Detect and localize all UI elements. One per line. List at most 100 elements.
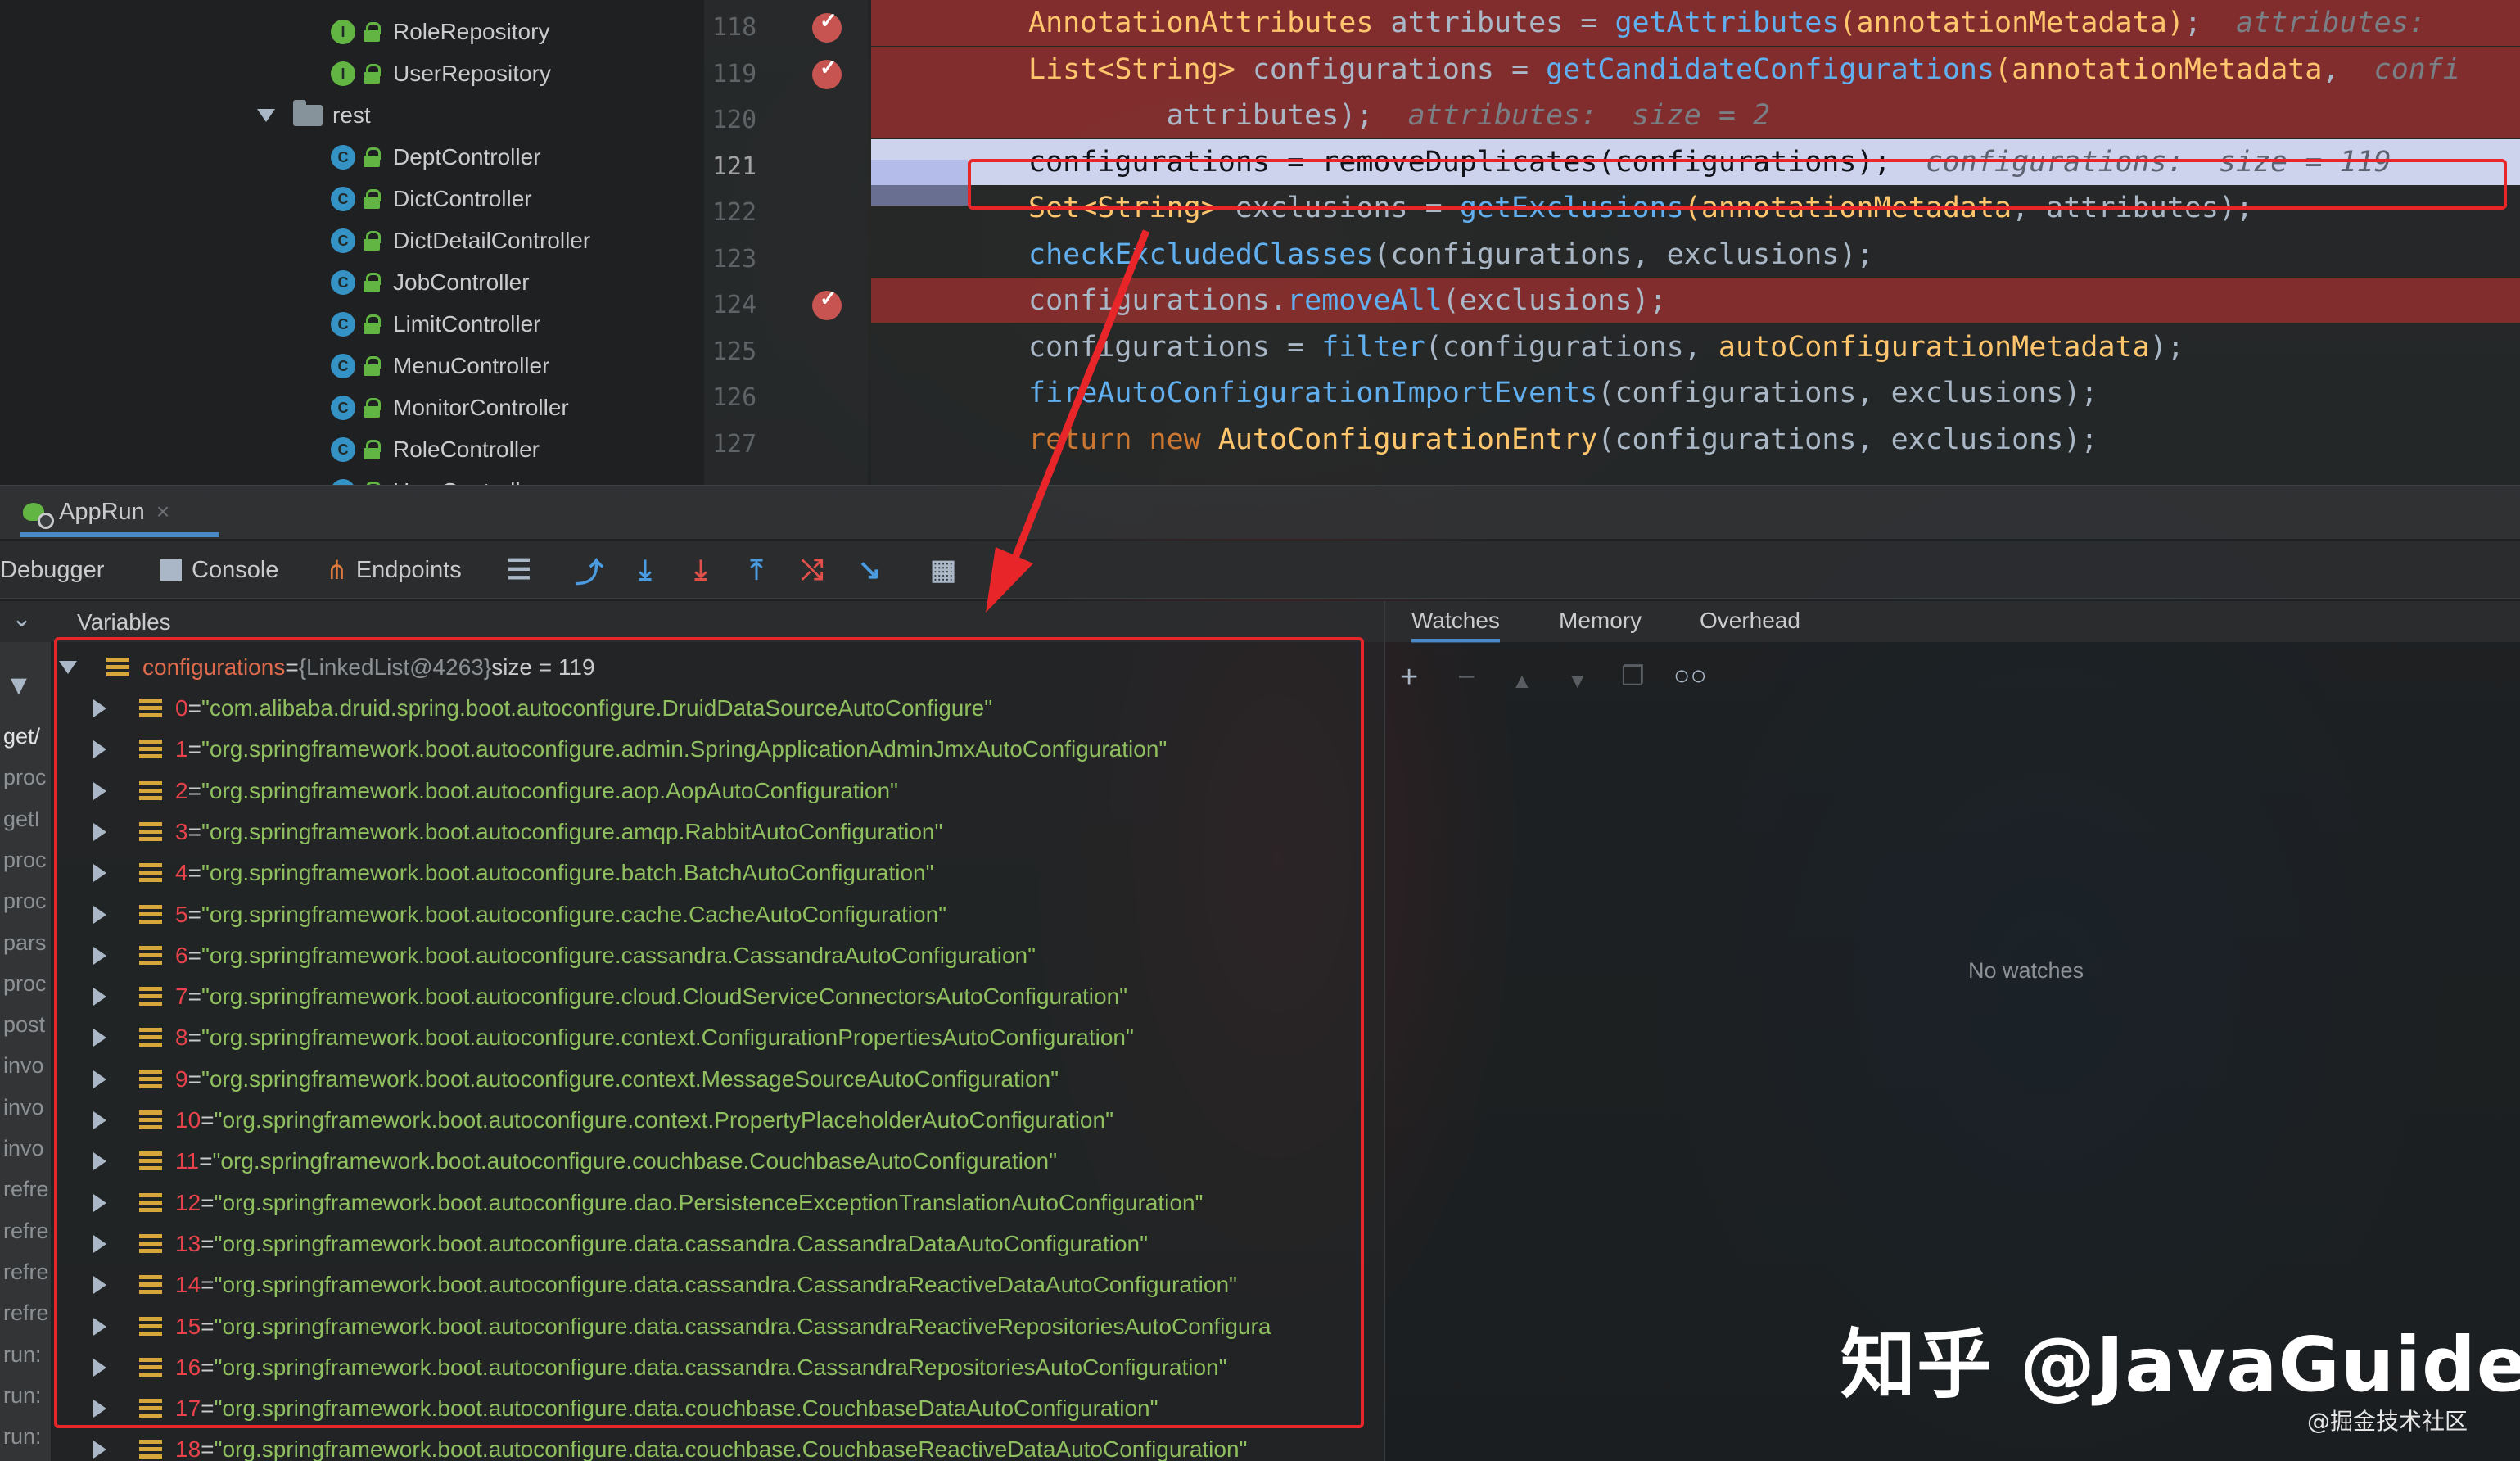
chevron-down-icon[interactable] <box>257 109 275 122</box>
chevron-down-icon[interactable]: ⌄ <box>11 604 32 633</box>
tab-endpoints[interactable]: ⋔ Endpoints <box>326 550 462 590</box>
evaluate-expression-icon[interactable]: ▦ <box>927 554 960 586</box>
close-icon[interactable]: × <box>156 499 169 525</box>
frame-item[interactable]: run: <box>3 1424 42 1450</box>
line-number: 126 <box>712 383 757 412</box>
frame-item[interactable]: proc <box>3 848 47 873</box>
breakpoint-icon[interactable] <box>812 8 842 43</box>
tree-item[interactable]: C LimitController <box>331 304 541 345</box>
code-token: AnnotationAttributes <box>1028 7 1374 39</box>
code-line[interactable]: AnnotationAttributes attributes = getAtt… <box>871 0 2520 46</box>
tab-console[interactable]: Console <box>160 550 278 590</box>
highlight-box-variables <box>54 637 1364 1428</box>
code-token: confi <box>2373 52 2460 86</box>
tree-item[interactable]: C MonitorController <box>331 387 569 428</box>
class-icon: C <box>331 270 355 295</box>
frame-item[interactable]: refre <box>3 1260 49 1285</box>
class-icon: C <box>331 479 355 485</box>
code-line[interactable]: configurations = filter (configurations, … <box>871 324 2520 370</box>
frame-item[interactable]: proc <box>3 765 47 790</box>
glasses-icon[interactable]: ○○ <box>1673 660 1707 692</box>
lock-icon <box>364 440 382 459</box>
code-token: configurations = <box>1235 52 1547 86</box>
tree-item[interactable]: C MenuController <box>331 346 549 387</box>
no-watches-text: No watches <box>1968 958 2084 983</box>
class-icon: C <box>331 228 355 253</box>
lock-icon <box>364 64 382 84</box>
show-execution-point-icon[interactable]: ⤴ <box>573 554 606 589</box>
class-icon: C <box>331 354 355 378</box>
code-line[interactable]: checkExcludedClasses (configurations, exc… <box>871 232 2520 278</box>
variable-row[interactable]: 18 = "org.springframework.boot.autoconfi… <box>51 1429 1384 1461</box>
tab-debugger[interactable]: Debugger <box>0 550 104 590</box>
move-up-icon: ▲ <box>1511 668 1533 693</box>
chevron-right-icon[interactable] <box>93 1441 106 1459</box>
code-token: (configurations, exclusions); <box>1373 237 1874 271</box>
lock-icon <box>364 189 382 209</box>
frame-item[interactable]: invo <box>3 1095 44 1120</box>
frame-item[interactable]: run: <box>3 1342 42 1368</box>
frame-item[interactable]: refre <box>3 1219 49 1244</box>
step-into-icon[interactable]: ⤓ <box>684 554 717 586</box>
tab-overhead[interactable]: Overhead <box>1700 608 1800 634</box>
step-out-icon[interactable]: ⤒ <box>740 554 773 586</box>
code-line[interactable]: attributes); attributes: size = 2 <box>871 93 2520 138</box>
class-icon: C <box>331 145 355 170</box>
tree-item[interactable]: C UserController <box>331 471 541 485</box>
add-watch-icon[interactable]: + <box>1400 660 1418 695</box>
code-line[interactable]: return new AutoConfigurationEntry (config… <box>871 417 2520 463</box>
tree-item[interactable]: C DictController <box>331 179 532 219</box>
tree-item-label: MenuController <box>393 353 550 378</box>
tree-item-label: JobController <box>393 269 530 295</box>
frame-item[interactable]: refre <box>3 1300 49 1326</box>
tree-item[interactable]: C RoleController <box>331 429 540 470</box>
frame-item[interactable]: invo <box>3 1136 44 1161</box>
tree-item[interactable]: C DictDetailController <box>331 220 590 261</box>
layout-menu-icon[interactable]: ☰ <box>503 554 535 586</box>
watermark-sub: @掘金技术社区 <box>2307 1408 2468 1435</box>
tree-item[interactable]: rest <box>257 95 371 136</box>
line-number: 127 <box>712 429 757 459</box>
frame-item[interactable]: get/ <box>3 724 40 749</box>
class-icon: C <box>331 437 355 462</box>
run-to-cursor-icon[interactable]: ↘ <box>853 554 886 586</box>
code-line[interactable]: configurations. removeAll (exclusions); <box>871 278 2520 323</box>
frame-item[interactable]: post <box>3 1012 45 1038</box>
frame-item[interactable]: pars <box>3 930 47 956</box>
code-token: attributes: size = 2 <box>1407 99 1771 132</box>
line-number: 122 <box>712 198 757 227</box>
line-number: 120 <box>712 106 757 134</box>
lock-icon <box>364 356 382 376</box>
variables-header: ⌄ Variables <box>0 601 1384 642</box>
code-token: (exclusions); <box>1442 284 1667 317</box>
code-line[interactable]: List<String> configurations = getCandida… <box>871 46 2520 93</box>
breakpoint-icon[interactable] <box>812 55 842 89</box>
duplicate-watch-icon: ❐ <box>1621 661 1645 690</box>
frame-item[interactable]: invo <box>3 1053 44 1079</box>
tree-item[interactable]: I RoleRepository <box>331 11 549 52</box>
tree-item[interactable]: C DeptController <box>331 137 541 178</box>
filter-icon[interactable]: ▼ <box>5 670 33 702</box>
endpoints-icon: ⋔ <box>326 555 348 585</box>
frame-item[interactable]: getI <box>3 807 40 832</box>
drop-frame-icon[interactable]: ⤭ <box>796 554 829 586</box>
tab-apprun[interactable]: AppRun × <box>20 491 219 537</box>
line-number: 125 <box>712 337 757 366</box>
code-line[interactable]: fireAutoConfigurationImportEvents (config… <box>871 370 2520 416</box>
tree-item-label: RoleController <box>393 436 540 462</box>
frame-item[interactable]: proc <box>3 889 47 914</box>
code-token: getAttributes <box>1615 7 1840 39</box>
breakpoint-icon[interactable] <box>812 286 842 320</box>
tree-item[interactable]: I UserRepository <box>331 53 551 94</box>
code-token: AutoConfigurationEntry <box>1217 423 1598 456</box>
tab-watches[interactable]: Watches <box>1411 608 1500 643</box>
frame-item[interactable]: proc <box>3 971 47 997</box>
step-over-icon[interactable]: ⤓ <box>629 554 662 586</box>
tree-item[interactable]: C JobController <box>331 262 530 303</box>
frame-item[interactable]: refre <box>3 1177 49 1202</box>
code-token: return new <box>1028 423 1218 456</box>
tab-memory[interactable]: Memory <box>1559 608 1642 634</box>
frames-list[interactable]: ▼ get/proc getI proc proc pars proc post invo in… <box>0 642 51 1461</box>
variable-value: "org.springframework.boot.autoconfigure.… <box>214 1436 1248 1461</box>
frame-item[interactable]: run: <box>3 1383 42 1409</box>
